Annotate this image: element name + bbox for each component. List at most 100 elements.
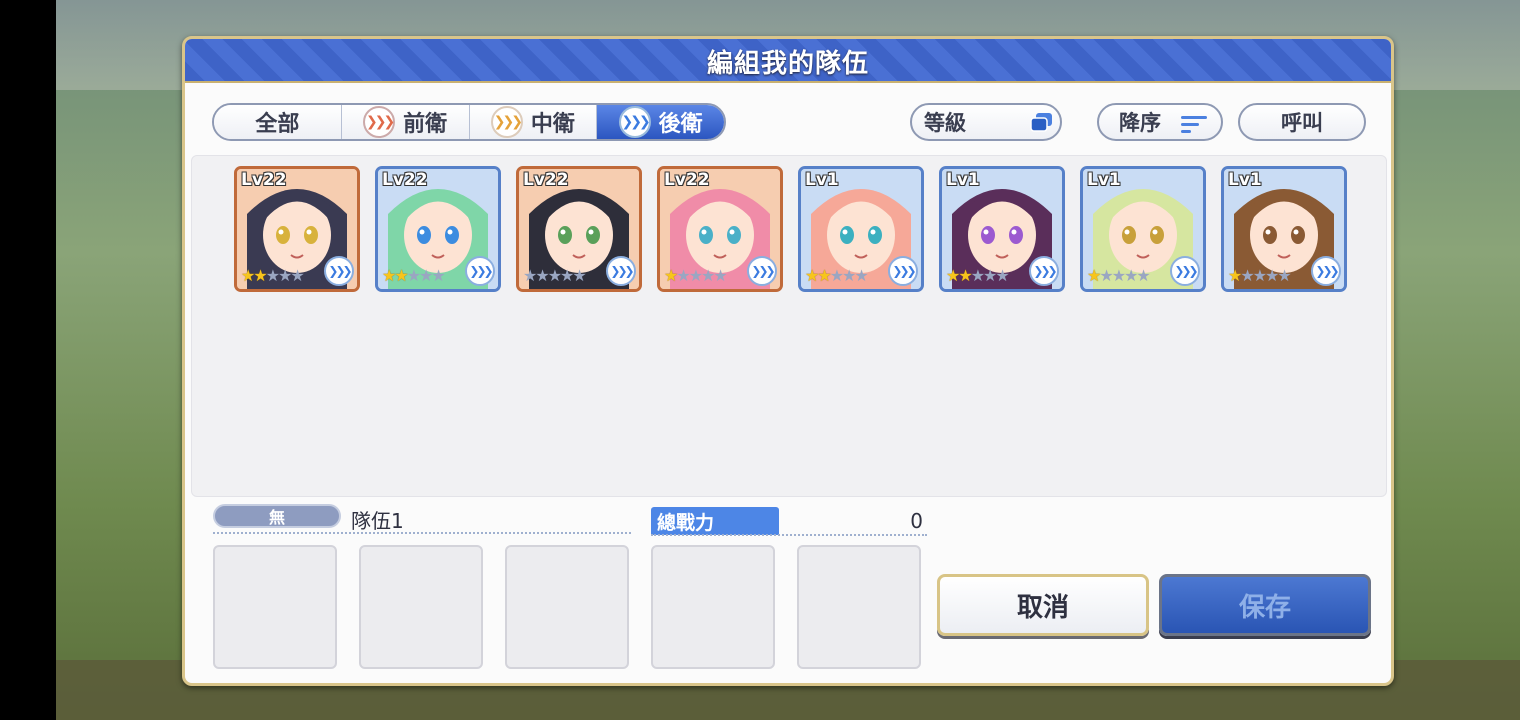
star-icon: ★	[253, 266, 267, 285]
star-icon: ★	[713, 266, 727, 285]
tab-all-label: 全部	[255, 112, 300, 137]
star-rating: ★★★★★	[1228, 266, 1292, 285]
star-icon: ★	[431, 266, 445, 285]
tab-front-label: 前衛	[403, 112, 448, 137]
star-rating: ★★★★★	[523, 266, 587, 285]
star-rating: ★★★★★	[382, 266, 446, 285]
star-icon: ★	[958, 266, 972, 285]
star-icon: ★	[983, 266, 997, 285]
star-icon: ★	[394, 266, 408, 285]
cancel-button[interactable]: 取消	[937, 574, 1149, 636]
back-role-icon: ❯❯❯	[747, 256, 777, 286]
star-rating: ★★★★★	[664, 266, 728, 285]
back-role-icon: ❯❯❯	[465, 256, 495, 286]
role-filter-tabs: 全部 ❯❯❯ 前衛 ❯❯❯ 中衛 ❯❯❯ 後衛	[212, 103, 726, 141]
front-role-icon: ❯❯❯	[363, 106, 395, 138]
sort-order-button[interactable]: 降序	[1097, 103, 1223, 141]
sort-order-label: 降序	[1119, 111, 1161, 135]
character-list-panel: Lv22 ★★★★★ ❯❯❯ Lv22 ★★★★★ ❯❯❯ Lv22 ★★★★★ ❯❯❯ Lv22…	[191, 155, 1387, 497]
star-icon: ★	[419, 266, 433, 285]
star-icon: ★	[1087, 266, 1101, 285]
dialog-title-bar: 編組我的隊伍	[185, 39, 1391, 83]
star-icon: ★	[676, 266, 690, 285]
back-role-icon: ❯❯❯	[324, 256, 354, 286]
team-name[interactable]: 隊伍1	[351, 505, 404, 534]
star-icon: ★	[1265, 266, 1279, 285]
team-edit-dialog: 編組我的隊伍 全部 ❯❯❯ 前衛 ❯❯❯ 中衛 ❯❯❯ 後衛 等級 降序 呼叫 Lv2…	[182, 36, 1394, 686]
divider	[213, 532, 631, 534]
tab-back[interactable]: ❯❯❯ 後衛	[597, 105, 724, 139]
star-icon: ★	[523, 266, 537, 285]
character-level: Lv22	[241, 170, 287, 190]
team-slot-1[interactable]	[213, 545, 337, 669]
back-role-icon: ❯❯❯	[1029, 256, 1059, 286]
back-role-icon: ❯❯❯	[888, 256, 918, 286]
sort-by-level-button[interactable]: 等級	[910, 103, 1062, 141]
character-card[interactable]: Lv22 ★★★★★ ❯❯❯	[234, 166, 360, 292]
tab-front[interactable]: ❯❯❯ 前衛	[341, 105, 470, 139]
star-icon: ★	[278, 266, 292, 285]
back-role-icon: ❯❯❯	[1170, 256, 1200, 286]
star-icon: ★	[382, 266, 396, 285]
sort-by-level-label: 等級	[924, 111, 966, 135]
character-level: Lv1	[946, 170, 980, 190]
team-slot-3[interactable]	[505, 545, 629, 669]
divider	[651, 534, 927, 536]
layers-icon	[1030, 113, 1052, 132]
team-slot-5[interactable]	[797, 545, 921, 669]
star-icon: ★	[701, 266, 715, 285]
character-level: Lv22	[664, 170, 710, 190]
star-icon: ★	[241, 266, 255, 285]
star-icon: ★	[535, 266, 549, 285]
character-level: Lv1	[805, 170, 839, 190]
star-icon: ★	[1252, 266, 1267, 285]
star-rating: ★★★★★	[805, 266, 869, 285]
star-icon: ★	[1124, 266, 1138, 285]
star-icon: ★	[664, 266, 678, 285]
team-slot-2[interactable]	[359, 545, 483, 669]
star-icon: ★	[265, 266, 280, 285]
back-role-icon: ❯❯❯	[618, 106, 651, 138]
star-icon: ★	[946, 266, 960, 285]
character-card[interactable]: Lv1 ★★★★★ ❯❯❯	[1080, 166, 1206, 292]
star-rating: ★★★★★	[1087, 266, 1151, 285]
star-icon: ★	[406, 266, 421, 285]
character-level: Lv1	[1087, 170, 1121, 190]
star-icon: ★	[560, 266, 574, 285]
character-card[interactable]: Lv1 ★★★★★ ❯❯❯	[939, 166, 1065, 292]
team-badge: 無	[213, 504, 341, 528]
character-card[interactable]: Lv22 ★★★★★ ❯❯❯	[516, 166, 642, 292]
star-icon: ★	[1136, 266, 1150, 285]
tab-all[interactable]: 全部	[214, 105, 342, 139]
middle-role-icon: ❯❯❯	[490, 106, 523, 138]
star-icon: ★	[854, 266, 868, 285]
back-role-icon: ❯❯❯	[606, 256, 636, 286]
back-role-icon: ❯❯❯	[1311, 256, 1341, 286]
star-icon: ★	[829, 266, 844, 285]
star-icon: ★	[688, 266, 703, 285]
character-level: Lv22	[382, 170, 428, 190]
star-icon: ★	[1228, 266, 1242, 285]
tab-back-label: 後衛	[658, 112, 703, 137]
character-card[interactable]: Lv22 ★★★★★ ❯❯❯	[657, 166, 783, 292]
star-icon: ★	[1277, 266, 1291, 285]
total-power-value: 0	[910, 509, 923, 533]
star-rating: ★★★★★	[946, 266, 1010, 285]
team-slot-4[interactable]	[651, 545, 775, 669]
star-icon: ★	[805, 266, 819, 285]
tab-middle-label: 中衛	[530, 112, 575, 137]
star-icon: ★	[842, 266, 856, 285]
total-power-label: 總戰力	[651, 507, 779, 535]
character-card[interactable]: Lv1 ★★★★★ ❯❯❯	[1221, 166, 1347, 292]
call-button[interactable]: 呼叫	[1238, 103, 1366, 141]
star-icon: ★	[817, 266, 831, 285]
character-card[interactable]: Lv22 ★★★★★ ❯❯❯	[375, 166, 501, 292]
tab-middle[interactable]: ❯❯❯ 中衛	[469, 105, 598, 139]
character-level: Lv1	[1228, 170, 1262, 190]
star-icon: ★	[1111, 266, 1126, 285]
character-level: Lv22	[523, 170, 569, 190]
character-card[interactable]: Lv1 ★★★★★ ❯❯❯	[798, 166, 924, 292]
star-icon: ★	[995, 266, 1009, 285]
star-icon: ★	[572, 266, 586, 285]
save-button[interactable]: 保存	[1159, 574, 1371, 636]
